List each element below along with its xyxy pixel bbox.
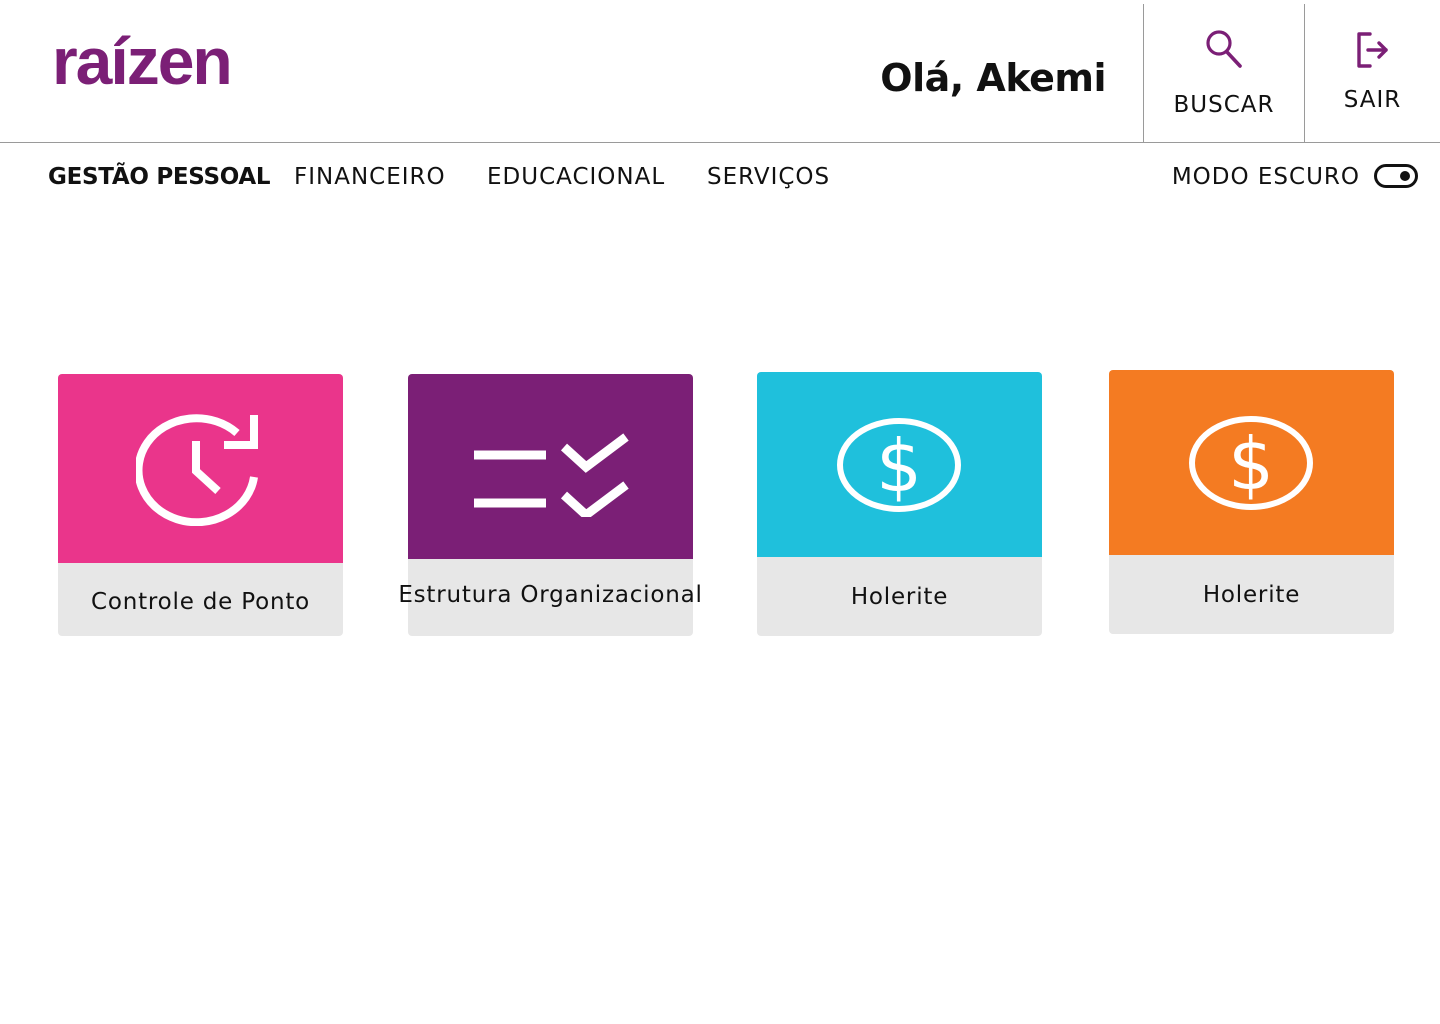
nav-item-gestao-pessoal[interactable]: GESTÃO PESSOAL: [48, 164, 271, 190]
card-title: Holerite: [1202, 581, 1301, 608]
toggle-knob: [1400, 171, 1410, 181]
card-icon-area: $: [1109, 370, 1394, 555]
dollar-coin-icon: $: [836, 417, 961, 512]
card-title: Holerite: [850, 583, 949, 610]
svg-text:$: $: [876, 424, 922, 508]
clock-refresh-icon: [135, 414, 258, 526]
card-estrutura-organizacional[interactable]: Estrutura Organizacional: [398, 374, 702, 636]
raizen-logo[interactable]: raízen: [52, 22, 268, 118]
header: raízen Olá, Akemi BUSCAR SAIR: [0, 0, 1440, 143]
page: raízen Olá, Akemi BUSCAR SAIR GESTÃO PES…: [0, 0, 1440, 1024]
nav-item-financeiro[interactable]: FINANCEIRO: [294, 164, 446, 190]
card-holerite[interactable]: $ Holerite: [1109, 370, 1394, 634]
nav-item-servicos[interactable]: SERVIÇOS: [707, 164, 830, 190]
card-icon-area: $: [757, 372, 1042, 557]
logout-icon: [1356, 32, 1388, 68]
search-button[interactable]: BUSCAR: [1144, 0, 1304, 142]
search-icon: [1206, 30, 1242, 68]
dollar-coin-icon: $: [1188, 415, 1313, 510]
checklist-icon: [473, 432, 629, 517]
card-title: Controle de Ponto: [90, 588, 311, 615]
card-icon-area: [408, 374, 693, 559]
greeting: Olá, Akemi: [880, 56, 1106, 100]
dark-mode-toggle[interactable]: [1374, 164, 1418, 188]
svg-text:$: $: [1228, 422, 1274, 506]
card-label-area: Controle de Ponto: [58, 563, 343, 636]
main-nav: GESTÃO PESSOAL FINANCEIRO EDUCACIONAL SE…: [0, 144, 1440, 214]
card-label-area: Holerite: [757, 557, 1042, 636]
logo-text: raízen: [52, 24, 231, 98]
dark-mode-label: MODO ESCURO: [1171, 164, 1360, 190]
search-label: BUSCAR: [1173, 92, 1275, 118]
card-icon-area: [58, 374, 343, 563]
card-holerite[interactable]: $ Holerite: [757, 372, 1042, 636]
raizen-logo-mark: raízen: [52, 24, 233, 98]
card-title: Estrutura Organizacional: [398, 581, 703, 608]
card-controle-de-ponto[interactable]: Controle de Ponto: [58, 374, 343, 636]
card-label-area: Estrutura Organizacional: [398, 559, 702, 636]
logout-label: SAIR: [1343, 87, 1402, 113]
nav-item-educacional[interactable]: EDUCACIONAL: [487, 164, 665, 190]
logout-button[interactable]: SAIR: [1305, 0, 1440, 142]
card-label-area: Holerite: [1109, 555, 1394, 634]
